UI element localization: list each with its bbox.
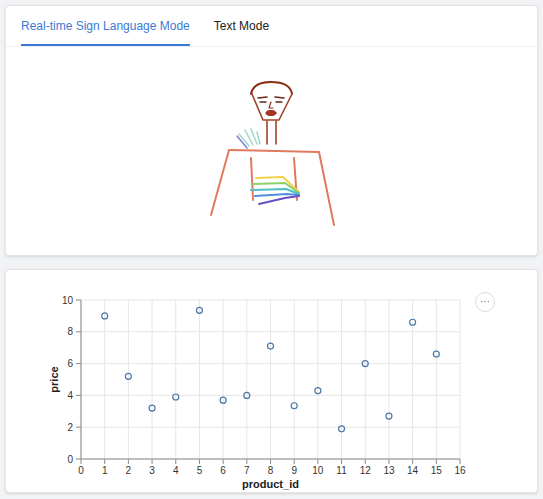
grid-line (81, 427, 460, 428)
data-point[interactable] (410, 319, 416, 325)
x-tick-label: 11 (336, 465, 347, 476)
tick-mark (104, 459, 105, 464)
tick-mark (76, 300, 81, 301)
data-point[interactable] (102, 313, 108, 319)
y-axis-title: price (48, 366, 60, 392)
grid-line (104, 300, 105, 459)
x-tick-label: 10 (312, 465, 324, 476)
data-point[interactable] (339, 426, 345, 432)
x-tick-label: 2 (126, 465, 132, 476)
tick-mark (76, 363, 81, 364)
x-tick-label: 5 (197, 465, 203, 476)
grid-line (199, 300, 200, 459)
tab[interactable]: Real-time Sign Language Mode (21, 17, 190, 46)
x-tick-label: 0 (78, 465, 84, 476)
x-tick-label: 15 (431, 465, 443, 476)
grid-line (246, 300, 247, 459)
y-tick-label: 6 (67, 358, 73, 369)
data-point[interactable] (125, 373, 131, 379)
x-tick-label: 4 (173, 465, 179, 476)
x-tick-label: 13 (383, 465, 395, 476)
tick-mark (76, 395, 81, 396)
data-point[interactable] (362, 361, 368, 367)
tick-mark (175, 459, 176, 464)
x-tick-label: 7 (244, 465, 250, 476)
avatar-figure (6, 47, 538, 255)
tick-mark (270, 459, 271, 464)
tick-mark (81, 459, 82, 464)
tick-mark (152, 459, 153, 464)
x-tick-label: 12 (360, 465, 372, 476)
grid-line (81, 300, 82, 459)
tick-mark (317, 459, 318, 464)
tab-bar: Real-time Sign Language Mode Text Mode (6, 6, 537, 47)
y-axis (81, 300, 82, 459)
tick-mark (294, 459, 295, 464)
tick-mark (365, 459, 366, 464)
tick-mark (460, 459, 461, 464)
tick-mark (76, 331, 81, 332)
grid-line (270, 300, 271, 459)
y-tick-label: 2 (67, 422, 73, 433)
data-point[interactable] (149, 405, 155, 411)
tick-mark (436, 459, 437, 464)
tick-mark (412, 459, 413, 464)
chart-menu-button[interactable]: ··· (475, 292, 495, 312)
grid-line (460, 300, 461, 459)
tick-mark (76, 427, 81, 428)
tick-mark (246, 459, 247, 464)
x-tick-label: 8 (268, 465, 274, 476)
y-tick-label: 10 (62, 295, 74, 306)
data-point[interactable] (315, 388, 321, 394)
data-point[interactable] (433, 351, 439, 357)
sign-panel: Real-time Sign Language Mode Text Mode (5, 5, 538, 256)
data-point[interactable] (244, 392, 250, 398)
data-point[interactable] (268, 343, 274, 349)
grid-line (223, 300, 224, 459)
data-point[interactable] (386, 413, 392, 419)
data-point[interactable] (173, 394, 179, 400)
grid-line (81, 395, 460, 396)
x-tick-label: 6 (220, 465, 226, 476)
grid-line (81, 331, 460, 332)
grid-line (412, 300, 413, 459)
x-tick-label: 9 (291, 465, 297, 476)
x-axis-title: product_id (242, 478, 299, 490)
grid-line (436, 300, 437, 459)
grid-line (175, 300, 176, 459)
grid-line (294, 300, 295, 459)
grid-line (317, 300, 318, 459)
tick-mark (223, 459, 224, 464)
x-tick-label: 16 (454, 465, 466, 476)
data-point[interactable] (220, 397, 226, 403)
x-axis (81, 459, 460, 460)
tick-mark (76, 459, 81, 460)
grid-line (81, 459, 460, 460)
tick-mark (199, 459, 200, 464)
x-tick-label: 1 (102, 465, 108, 476)
grid-line (388, 300, 389, 459)
grid-line (152, 300, 153, 459)
tick-mark (341, 459, 342, 464)
scatter-chart: 0123456789101112131415160246810product_i… (6, 270, 537, 492)
y-tick-label: 0 (67, 454, 73, 465)
y-tick-label: 4 (67, 390, 73, 401)
x-tick-label: 3 (149, 465, 155, 476)
tab[interactable]: Text Mode (214, 17, 269, 46)
data-point[interactable] (291, 403, 297, 409)
y-tick-label: 8 (67, 326, 73, 337)
x-tick-label: 14 (407, 465, 419, 476)
grid-line (341, 300, 342, 459)
tick-mark (128, 459, 129, 464)
grid-line (81, 363, 460, 364)
grid-line (365, 300, 366, 459)
grid-line (81, 300, 460, 301)
tick-mark (388, 459, 389, 464)
data-point[interactable] (196, 307, 202, 313)
chart-panel: 0123456789101112131415160246810product_i… (5, 269, 538, 493)
